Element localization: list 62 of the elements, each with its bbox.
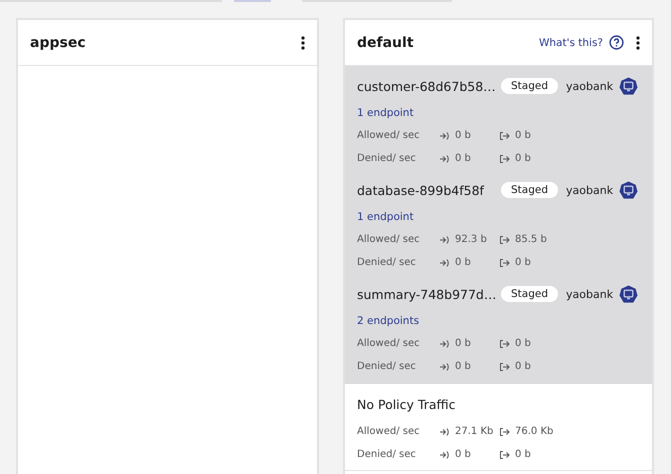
namespace-label: yaobank — [566, 80, 614, 92]
inbound-icon — [439, 154, 450, 164]
stat-value: 0 b — [455, 130, 472, 141]
outbound-icon — [499, 338, 510, 348]
stat-value: 0 b — [515, 153, 532, 164]
inbound-icon — [439, 338, 450, 348]
stat-label: Allowed/ sec — [357, 234, 421, 245]
monitor-icon — [619, 180, 638, 200]
stat-value: 27.1 Kb — [455, 426, 494, 437]
stat-value: 92.3 b — [455, 234, 488, 245]
more-icon[interactable] — [636, 36, 640, 50]
stat-label: Allowed/ sec — [357, 130, 421, 141]
inbound-icon — [439, 234, 450, 244]
stat-label: Denied/ sec — [357, 153, 417, 164]
stat-label: Allowed/ sec — [357, 426, 421, 437]
help-icon[interactable] — [609, 35, 624, 50]
stat-value: 0 b — [515, 361, 532, 372]
outbound-icon — [499, 426, 510, 436]
stat-label: Denied/ sec — [357, 449, 417, 460]
inbound-icon — [439, 426, 450, 436]
outbound-icon — [499, 450, 510, 460]
stat-value: 0 b — [515, 130, 532, 141]
stat-value: 0 b — [515, 338, 532, 349]
namespace-label: yaobank — [566, 288, 614, 300]
tier-title: appsec — [30, 34, 86, 50]
help-link[interactable]: What's this? — [538, 36, 603, 48]
outbound-icon — [499, 130, 510, 140]
stat-value: 0 b — [455, 449, 472, 460]
namespace-label: yaobank — [566, 184, 614, 196]
stat-value: 0 b — [455, 338, 472, 349]
outbound-icon — [499, 234, 510, 244]
stat-value: 0 b — [455, 361, 472, 372]
outbound-icon — [499, 362, 510, 372]
staged-badge: Staged — [501, 78, 558, 94]
stat-label: Denied/ sec — [357, 257, 417, 268]
endpoints-link[interactable]: 1 endpoint — [357, 206, 652, 228]
staged-badge: Staged — [501, 286, 558, 302]
no-policy-title: No Policy Traffic — [357, 396, 456, 412]
endpoints-link[interactable]: 2 endpoints — [357, 310, 652, 332]
outbound-icon — [499, 154, 510, 164]
stat-value: 0 b — [455, 257, 472, 268]
stat-value: 85.5 b — [515, 234, 548, 245]
stat-label: Denied/ sec — [357, 361, 417, 372]
stat-value: 76.0 Kb — [515, 426, 554, 437]
stat-value: 0 b — [515, 257, 532, 268]
tier-title: default — [357, 34, 414, 50]
monitor-icon — [619, 284, 638, 304]
policy-name[interactable]: customer-68d67b58… — [357, 78, 501, 94]
stat-value: 0 b — [515, 449, 532, 460]
monitor-icon — [619, 76, 638, 96]
inbound-icon — [439, 450, 450, 460]
inbound-icon — [439, 362, 450, 372]
stat-value: 0 b — [455, 153, 472, 164]
stat-label: Allowed/ sec — [357, 338, 421, 349]
endpoints-link[interactable]: 1 endpoint — [357, 102, 652, 124]
inbound-icon — [439, 258, 450, 268]
policy-name[interactable]: summary-748b977d… — [357, 286, 501, 302]
inbound-icon — [439, 130, 450, 140]
outbound-icon — [499, 258, 510, 268]
staged-badge: Staged — [501, 182, 558, 198]
policy-name[interactable]: database-899b4f58f — [357, 182, 501, 198]
more-icon[interactable] — [301, 36, 305, 50]
